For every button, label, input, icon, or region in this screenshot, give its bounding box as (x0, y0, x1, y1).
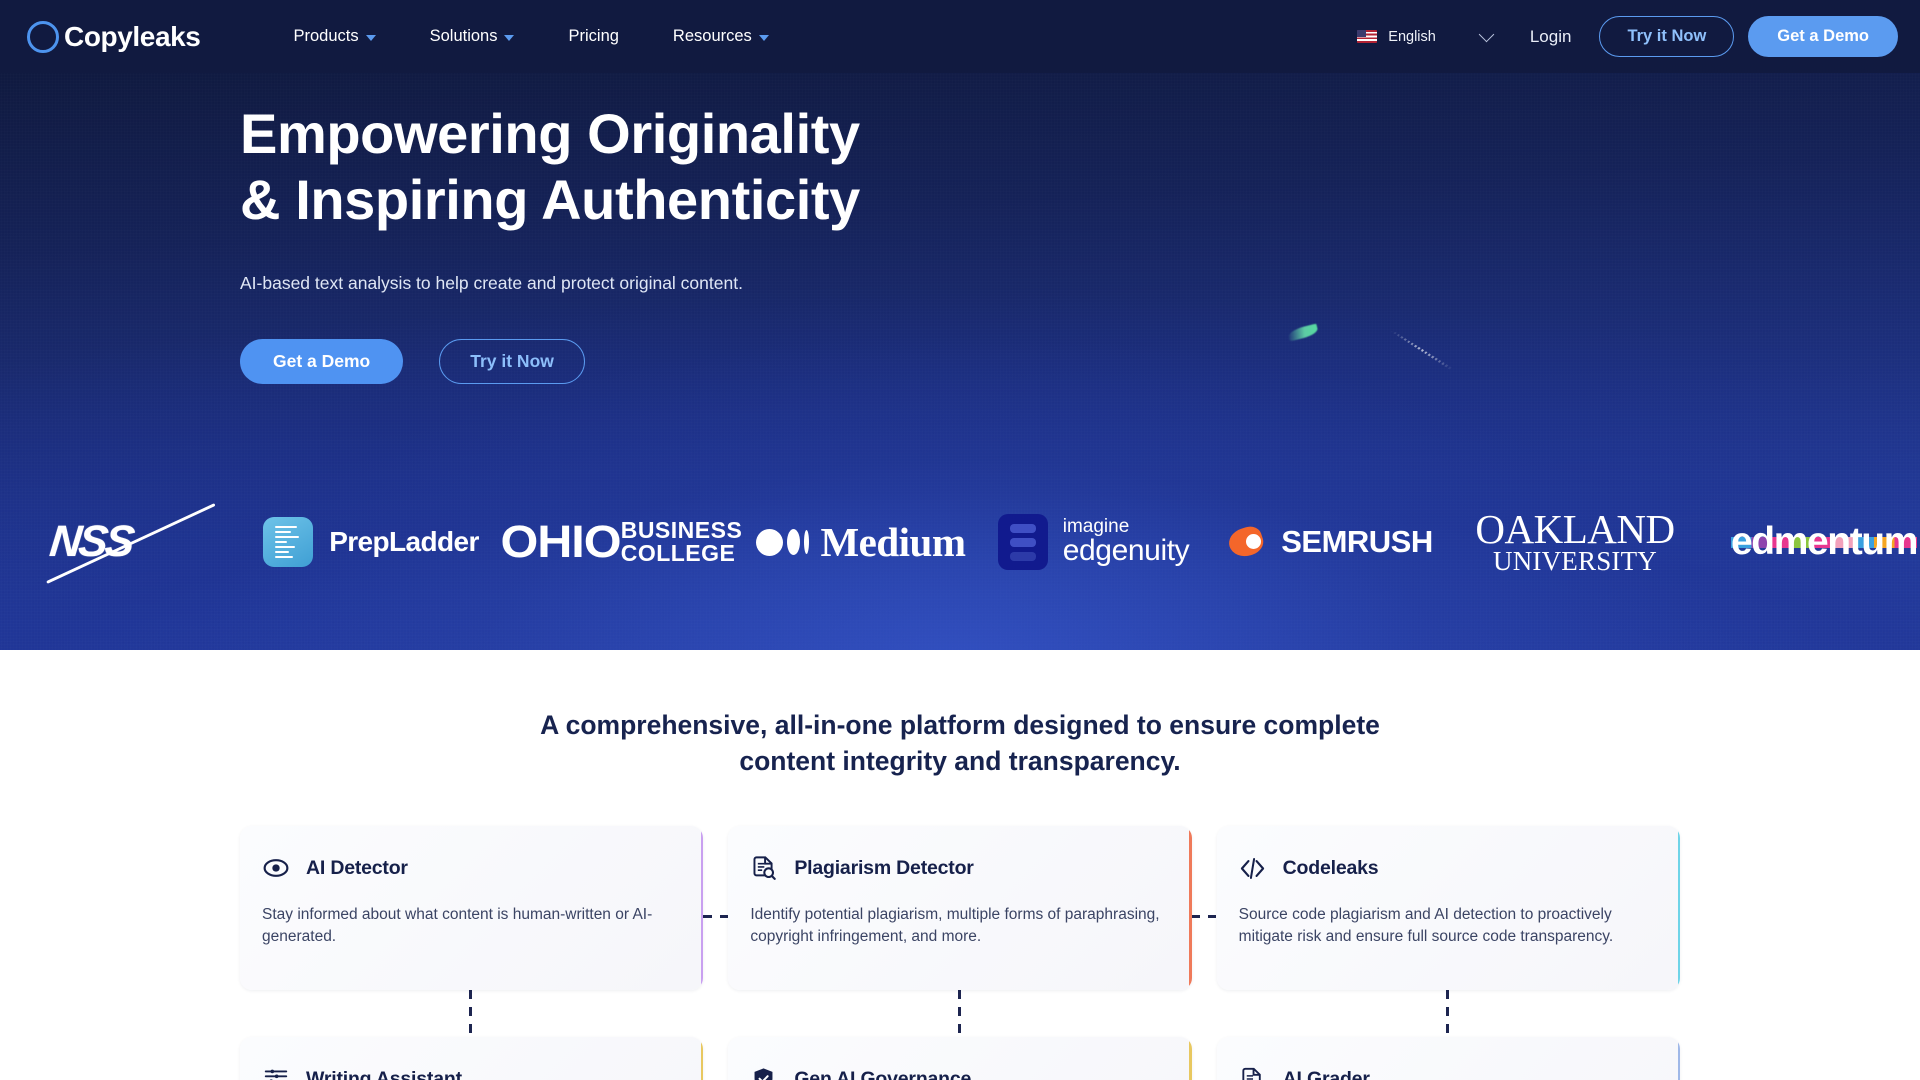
nav-label: Solutions (429, 27, 498, 45)
feature-card-writing-assistant[interactable]: Writing Assistant (240, 1036, 704, 1080)
card-title: Plagiarism Detector (794, 856, 974, 879)
chevron-down-icon (1478, 26, 1495, 42)
nav-item-pricing[interactable]: Pricing (541, 17, 645, 56)
nav-item-resources[interactable]: Resources (646, 17, 796, 56)
hero-get-a-demo-button[interactable]: Get a Demo (240, 339, 404, 385)
document-search-icon (750, 855, 777, 882)
site-header: Copyleaks Products Solutions Pricing Res… (0, 0, 1920, 73)
nav-label: Pricing (568, 27, 619, 45)
document-grade-icon: A (1239, 1066, 1266, 1080)
text-lines-icon (262, 1066, 289, 1080)
chevron-down-icon (758, 34, 769, 41)
hero-title-line-2: & Inspiring Authenticity (240, 167, 860, 231)
card-connector-horizontal (1191, 914, 1216, 918)
card-title: AI Grader (1282, 1067, 1370, 1080)
logo-edmentum: edmentum (1731, 520, 1918, 563)
card-connector-vertical (469, 989, 472, 1037)
logo-semrush: SEMRUSH (1211, 524, 1451, 560)
feature-card-grid: AI Detector Stay informed about what con… (240, 825, 1680, 1080)
hero-title-line-1: Empowering Originality (240, 102, 860, 165)
customer-logo-strip: NSS PrepLadder OHIO BUSINESS COLLEGE Med… (0, 496, 1920, 588)
logo-medium: Medium (746, 518, 976, 566)
semrush-mark-icon (1229, 526, 1271, 558)
nav-label: Resources (672, 27, 752, 45)
chevron-down-icon (365, 34, 376, 41)
logo-ring-icon (26, 20, 60, 54)
prepladder-mark-icon (263, 517, 314, 567)
main-nav: Products Solutions Pricing Resources (266, 17, 795, 56)
code-brackets-icon (1239, 855, 1266, 882)
logo-nss: NSS (26, 517, 241, 567)
feature-card-ai-detector[interactable]: AI Detector Stay informed about what con… (240, 825, 704, 990)
nav-label: Products (293, 27, 359, 45)
card-connector-horizontal (703, 914, 728, 918)
shield-check-icon (750, 1066, 777, 1080)
card-description: Stay informed about what content is huma… (262, 905, 653, 946)
feature-card-gen-ai-governance[interactable]: Gen AI Governance (728, 1036, 1192, 1080)
get-a-demo-button[interactable]: Get a Demo (1748, 16, 1898, 57)
hero-title: Empowering Originality & Inspiring Authe… (240, 101, 1920, 232)
hero-try-it-now-button[interactable]: Try it Now (439, 339, 585, 385)
feature-card-plagiarism-detector[interactable]: Plagiarism Detector Identify potential p… (728, 825, 1192, 990)
hero-section: Empowering Originality & Inspiring Authe… (0, 73, 1920, 650)
logo-imagine-edgenuity: imagine edgenuity (976, 514, 1211, 570)
edgenuity-mark-icon (997, 514, 1048, 570)
card-connector-vertical (1446, 989, 1449, 1037)
card-description: Source code plagiarism and AI detection … (1238, 905, 1614, 946)
card-description: Identify potential plagiarism, multiple … (750, 905, 1160, 946)
header-actions: English Login Try it Now Get a Demo (1357, 16, 1898, 57)
try-it-now-button[interactable]: Try it Now (1599, 16, 1735, 57)
hero-glow (210, 340, 1710, 650)
nav-item-solutions[interactable]: Solutions (403, 17, 542, 56)
copyleaks-logo[interactable]: Copyleaks (26, 20, 201, 54)
card-title: AI Detector (306, 856, 408, 879)
card-title: Writing Assistant (306, 1067, 462, 1080)
feature-card-codeleaks[interactable]: Codeleaks Source code plagiarism and AI … (1216, 825, 1680, 990)
features-section: A comprehensive, all-in-one platform des… (0, 650, 1920, 1080)
hero-content: Empowering Originality & Inspiring Authe… (0, 73, 1920, 385)
feature-card-ai-grader[interactable]: A AI Grader (1216, 1036, 1680, 1080)
logo-oakland-university: OAKLAND UNIVERSITY (1475, 506, 1675, 576)
logo-prepladder: PrepLadder (241, 517, 501, 567)
us-flag-icon (1357, 30, 1378, 43)
hero-cta-group: Get a Demo Try it Now (240, 339, 1920, 385)
card-title: Gen AI Governance (794, 1067, 972, 1080)
language-selector[interactable]: English (1357, 26, 1495, 45)
card-connector-vertical (958, 989, 961, 1037)
language-label: English (1388, 28, 1436, 45)
hero-subtitle: AI-based text analysis to help create an… (240, 273, 743, 294)
card-title: Codeleaks (1282, 856, 1379, 879)
eye-icon (262, 855, 289, 882)
medium-mark-icon (756, 528, 810, 556)
nav-item-products[interactable]: Products (266, 17, 402, 56)
login-link[interactable]: Login (1530, 27, 1572, 47)
logo-ohio-business-college: OHIO BUSINESS COLLEGE (500, 516, 743, 567)
features-heading: A comprehensive, all-in-one platform des… (540, 710, 1380, 776)
chevron-down-icon (504, 34, 515, 41)
